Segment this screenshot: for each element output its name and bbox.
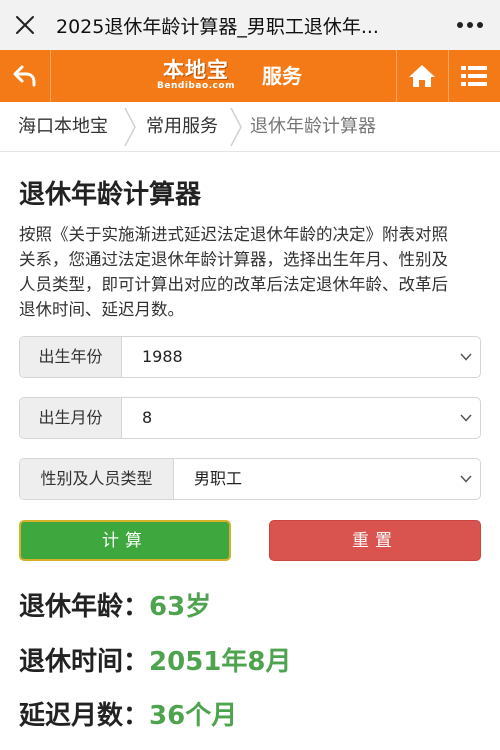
chevron-down-icon bbox=[460, 414, 472, 422]
description-line: 人员类型，即可计算出对应的改革后法定退休年龄、改革后 bbox=[19, 275, 448, 294]
birth-month-select[interactable]: 出生月份 8 bbox=[19, 397, 481, 439]
home-button[interactable] bbox=[396, 50, 448, 102]
person-type-select[interactable]: 性别及人员类型 男职工 bbox=[19, 458, 481, 500]
retirement-age-value: 63岁 bbox=[149, 592, 212, 622]
close-icon bbox=[16, 16, 34, 34]
site-header: 本地宝 Bendibao.com 服务 bbox=[0, 50, 500, 102]
browser-top-bar: 2025退休年龄计算器_男职工退休年... bbox=[0, 0, 500, 50]
logo-text: 本地宝 bbox=[163, 57, 229, 82]
chevron-down-icon bbox=[460, 353, 472, 361]
birth-year-select[interactable]: 出生年份 1988 bbox=[19, 336, 481, 378]
list-menu-icon bbox=[461, 66, 487, 86]
breadcrumb: 海口本地宝 常用服务 退休年龄计算器 bbox=[0, 102, 500, 152]
description-line: 退休时间、延迟月数。 bbox=[19, 300, 184, 319]
description-line: 按照《关于实施渐进式延迟法定退休年龄的决定》附表对照 bbox=[19, 225, 448, 244]
more-dots-icon bbox=[457, 22, 483, 28]
birth-month-label: 出生月份 bbox=[20, 398, 122, 438]
back-arrow-icon bbox=[13, 65, 36, 87]
calculate-button[interactable]: 计算 bbox=[19, 520, 231, 561]
person-type-label: 性别及人员类型 bbox=[20, 459, 174, 499]
menu-button[interactable] bbox=[448, 50, 500, 102]
birth-month-value[interactable]: 8 bbox=[142, 398, 152, 438]
birth-year-label: 出生年份 bbox=[20, 337, 122, 377]
breadcrumb-item-services[interactable]: 常用服务 bbox=[146, 102, 218, 152]
breadcrumb-item-current: 退休年龄计算器 bbox=[250, 116, 376, 137]
breadcrumb-item-home[interactable]: 海口本地宝 bbox=[18, 102, 108, 152]
chevron-right-icon bbox=[124, 107, 136, 147]
birth-year-value[interactable]: 1988 bbox=[142, 337, 183, 377]
retirement-time-label: 退休时间： bbox=[19, 647, 150, 677]
home-icon bbox=[409, 65, 435, 87]
back-button[interactable] bbox=[0, 50, 50, 102]
description-line: 关系，您通过法定退休年龄计算器，选择出生年月、性别及 bbox=[19, 250, 448, 269]
more-button[interactable] bbox=[440, 0, 500, 50]
delay-months-value: 36个月 bbox=[149, 701, 238, 731]
delay-months-label: 延迟月数： bbox=[19, 701, 150, 731]
page-description: 按照《关于实施渐进式延迟法定退休年龄的决定》附表对照 关系，您通过法定退休年龄计… bbox=[19, 222, 481, 322]
person-type-value[interactable]: 男职工 bbox=[194, 459, 242, 499]
chevron-right-icon bbox=[230, 107, 242, 147]
section-title: 服务 bbox=[262, 64, 302, 88]
chevron-down-icon bbox=[460, 475, 472, 483]
header-divider bbox=[50, 50, 51, 102]
site-logo[interactable]: 本地宝 Bendibao.com bbox=[150, 58, 242, 96]
retirement-time-value: 2051年8月 bbox=[149, 647, 292, 677]
close-button[interactable] bbox=[0, 0, 50, 50]
result-delay-months: 延迟月数：36个月 bbox=[19, 695, 237, 732]
logo-subtext: Bendibao.com bbox=[157, 81, 235, 91]
browser-page-title: 2025退休年龄计算器_男职工退休年... bbox=[56, 15, 379, 38]
result-retirement-time: 退休时间：2051年8月 bbox=[19, 641, 291, 678]
retirement-age-label: 退休年龄： bbox=[19, 592, 150, 622]
page-title: 退休年龄计算器 bbox=[19, 180, 202, 210]
reset-button[interactable]: 重置 bbox=[269, 520, 481, 561]
result-retirement-age: 退休年龄：63岁 bbox=[19, 586, 211, 623]
